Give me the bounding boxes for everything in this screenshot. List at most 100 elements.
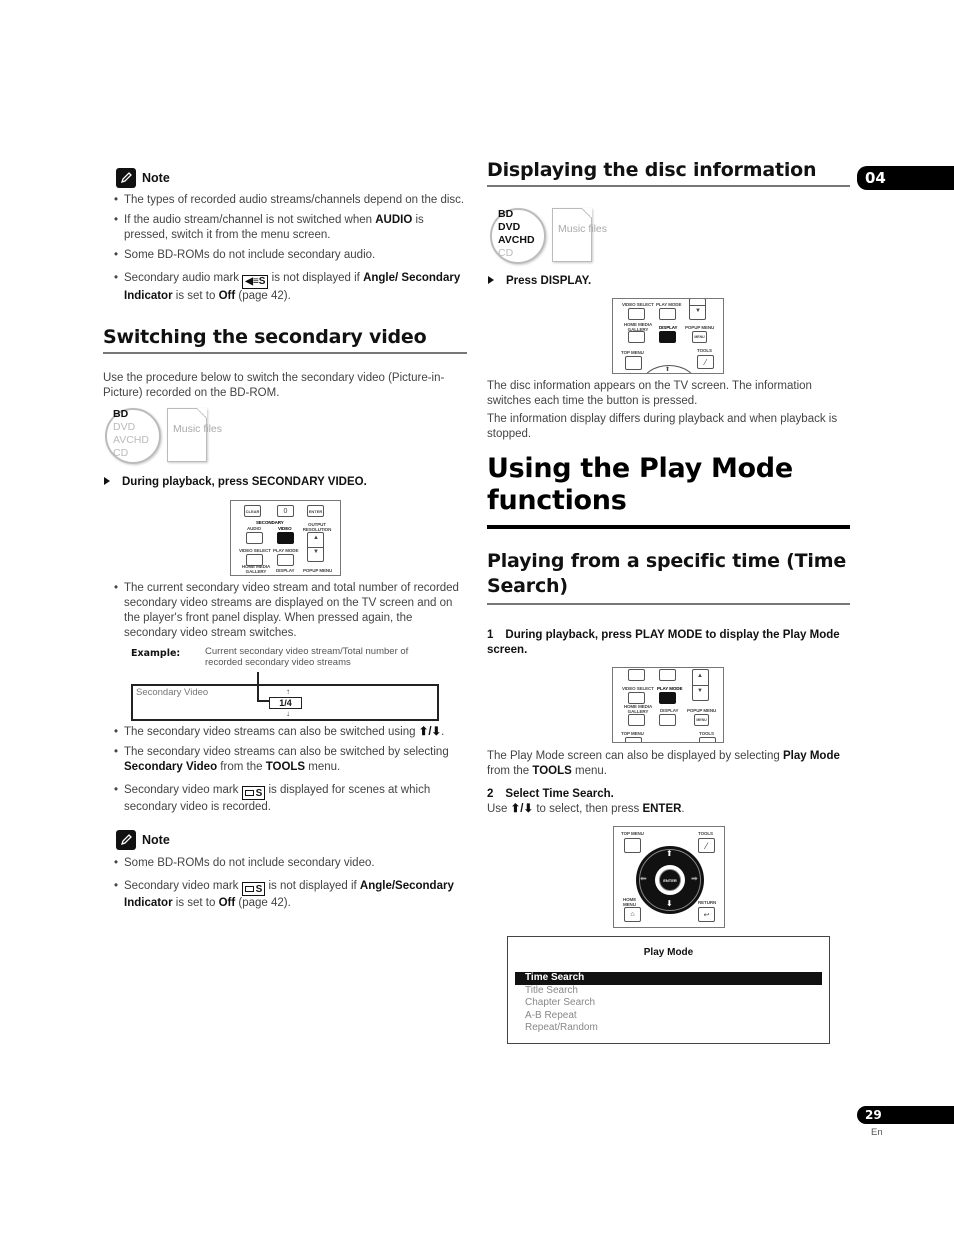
music-file-icon xyxy=(552,208,592,262)
disc-label-bd: BD xyxy=(498,208,514,220)
disc-label-bd: BD xyxy=(113,408,129,420)
remote-label: VIDEO xyxy=(278,526,292,531)
bullet-text: The secondary video streams can also be … xyxy=(124,726,419,738)
down-arrow-icon: ⬇ xyxy=(666,899,673,908)
section-title-secondary-video: Switching the secondary video xyxy=(103,326,467,354)
section-title-disc-info: Displaying the disc information xyxy=(487,159,850,187)
play-mode-screen: Play Mode Time Search Title Search Chapt… xyxy=(507,936,830,1044)
remote-label: PLAY MODE xyxy=(273,548,299,553)
up-arrow-icon: ↑ xyxy=(286,687,290,696)
remote-label: POPUP MENU xyxy=(687,708,717,713)
list-item: Secondary audio mark ◀≡S is not displaye… xyxy=(104,271,466,304)
remote-label: PLAY MODE xyxy=(656,302,682,307)
file-label: Music files xyxy=(173,423,223,435)
down-arrow-icon: ↓ xyxy=(286,709,290,718)
list-item: Some BD-ROMs do not include secondary vi… xyxy=(104,856,470,871)
remote-label: TOP MENU xyxy=(621,831,644,836)
page-number: 29 xyxy=(857,1106,954,1124)
remote-play-mode-button xyxy=(277,554,294,566)
remote-label: VIDEO SELECT xyxy=(239,548,271,553)
note-text: If the audio stream/channel is not switc… xyxy=(124,214,376,226)
example-screen-label: Secondary Video xyxy=(136,687,209,698)
remote-label: TOOLS xyxy=(698,831,713,836)
note-heading: Note xyxy=(116,830,170,850)
remote-label: DISPLAY xyxy=(659,325,678,330)
return-icon: ↩ xyxy=(703,911,710,919)
note-text: is not displayed if xyxy=(268,272,364,284)
remote-label: TOOLS xyxy=(697,348,712,353)
list-item: Some BD-ROMs do not include secondary au… xyxy=(104,248,466,263)
secondary-video-notes-list: The secondary video streams can also be … xyxy=(104,725,470,820)
menu-item-ab-repeat[interactable]: A-B Repeat xyxy=(515,1010,822,1023)
remote-audio-button xyxy=(246,532,263,544)
disc-type-indicator: BD DVD AVCHD CD Music files xyxy=(490,208,620,268)
para-text: to select, then press xyxy=(533,803,643,815)
menu-item-chapter-search[interactable]: Chapter Search xyxy=(515,997,822,1010)
note-heading-label: Note xyxy=(142,833,170,847)
menu-item-repeat-random[interactable]: Repeat/Random xyxy=(515,1022,822,1035)
up-arrow-icon: ⬆ xyxy=(665,367,671,373)
example-label: Example: xyxy=(131,648,181,659)
stream-counter: 1/4 xyxy=(269,697,302,709)
menu-item-title-search[interactable]: Title Search xyxy=(515,985,822,998)
remote-diagram-play-mode: ▲ ▼ VIDEO SELECT PLAY MODE HOME MEDIA GA… xyxy=(612,667,724,743)
para-bold: TOOLS xyxy=(532,765,572,777)
bullet-text: from the xyxy=(217,761,266,773)
list-item: If the audio stream/channel is not switc… xyxy=(104,213,466,243)
note-text: Some BD-ROMs do not include secondary vi… xyxy=(124,857,375,869)
example-caption: Current secondary video stream/Total num… xyxy=(205,646,409,668)
step-press-secondary-video: During playback, press SECONDARY VIDEO. xyxy=(104,475,367,490)
remote-dpad: ENTER ⬆ ⬇ ⬅ ➡ xyxy=(636,846,704,914)
step-2: 2 Select Time Search. xyxy=(487,787,614,802)
example-screen: Secondary Video ↑ 1/4 ↓ xyxy=(131,684,439,721)
bullet-text: . xyxy=(441,726,445,738)
bullet-text: The secondary video streams can also be … xyxy=(124,746,449,758)
pencil-note-icon xyxy=(116,168,136,188)
disc-label-avchd: AVCHD xyxy=(498,234,535,246)
play-mode-paragraph: The Play Mode screen can also be display… xyxy=(487,749,853,779)
remote-clear-button: CLEAR xyxy=(244,505,261,517)
para-text: Use xyxy=(487,803,511,815)
note-bold: Off xyxy=(218,897,236,909)
list-item: The secondary video streams can also be … xyxy=(104,745,470,775)
right-arrow-icon: ➡ xyxy=(691,874,698,883)
list-item: The secondary video streams can also be … xyxy=(104,725,470,740)
left-arrow-icon: ⬅ xyxy=(640,874,647,883)
note-text: (page 42). xyxy=(235,897,291,909)
note-bold: AUDIO xyxy=(375,214,413,226)
remote-secondary-video-button xyxy=(277,532,294,544)
remote-diagram-display: VIDEO SELECT PLAY MODE ▼ HOME MEDIA GALL… xyxy=(612,298,724,374)
remote-display-button xyxy=(659,714,676,726)
music-file-icon xyxy=(167,408,207,462)
disc-type-indicator: BD DVD AVCHD CD Music files xyxy=(105,408,235,468)
play-mode-screen-title: Play Mode xyxy=(643,947,694,958)
remote-diagram-enter: TOP MENU TOOLS ⁄ ENTER ⬆ ⬇ ⬅ ➡ HOME MENU… xyxy=(613,826,725,928)
remote-label: OUTPUT RESOLUTION xyxy=(302,522,332,532)
note-text: Secondary video mark xyxy=(124,880,242,892)
remote-up-down-button: ▲ ▼ xyxy=(692,669,709,701)
remote-label: HOME MENU xyxy=(623,897,637,907)
step-number: 1 xyxy=(487,629,494,641)
remote-0-button: 0 xyxy=(277,505,294,517)
remote-btn-label: MENU xyxy=(696,718,707,722)
step-text: Select Time Search. xyxy=(505,788,614,800)
intro-paragraph: Use the procedure below to switch the se… xyxy=(103,372,445,399)
disc-label-cd: CD xyxy=(498,247,514,259)
remote-up-down-button: ▼ xyxy=(689,299,706,320)
bullet-bold: Secondary Video xyxy=(124,761,218,773)
remote-play-mode-button xyxy=(659,308,676,320)
remote-home-menu-button: ⌂ xyxy=(624,907,641,922)
section-title-time-search: Playing from a specific time (Time Searc… xyxy=(487,549,850,605)
list-item: The types of recorded audio streams/chan… xyxy=(104,193,466,208)
remote-btn-label: CLEAR xyxy=(245,508,260,514)
remote-label: RETURN xyxy=(698,900,717,905)
list-item: The current secondary video stream and t… xyxy=(104,581,466,641)
remote-label: VIDEO SELECT xyxy=(622,686,654,691)
para-text: . xyxy=(681,803,685,815)
remote-label: TOP MENU xyxy=(621,731,644,736)
main-title-play-mode: Using the Play Mode functions xyxy=(487,453,850,529)
remote-tools-button: ⁄ xyxy=(698,838,715,853)
remote-label: AUDIO xyxy=(247,526,261,531)
menu-item-time-search[interactable]: Time Search xyxy=(515,972,822,985)
step-text: During playback, press SECONDARY VIDEO. xyxy=(122,476,367,488)
